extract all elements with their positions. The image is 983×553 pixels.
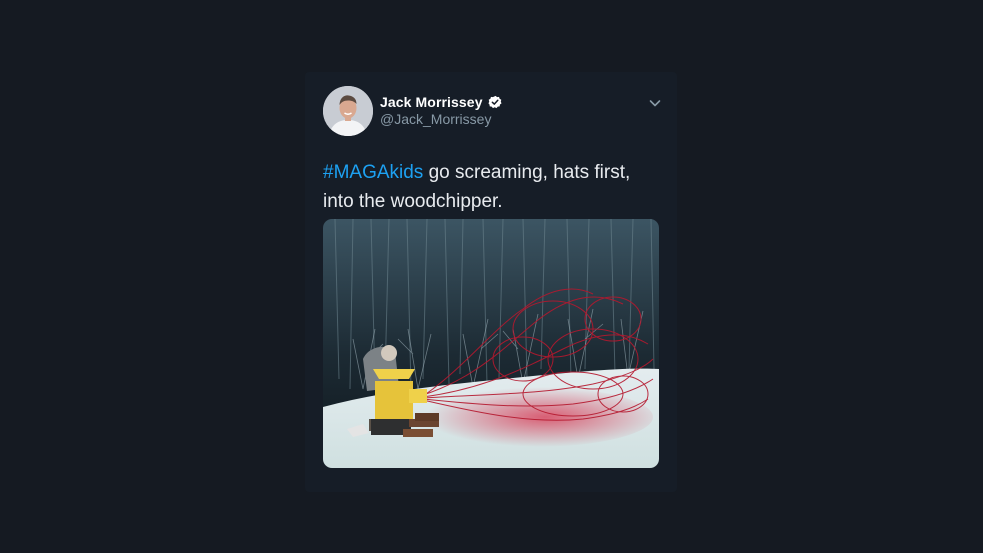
avatar[interactable] [323,86,373,136]
author-name[interactable]: Jack Morrissey [380,94,483,110]
chevron-down-icon[interactable] [648,96,662,110]
tweet-text: #MAGAkids go screaming, hats first, into… [323,158,663,216]
page: Jack Morrissey @Jack_Morrissey #MAGAkids… [0,0,983,553]
hashtag-link[interactable]: #MAGAkids [323,162,423,183]
verified-badge-icon [488,95,502,109]
tweet-card[interactable]: Jack Morrissey @Jack_Morrissey #MAGAkids… [305,72,677,492]
tweet-media-image[interactable] [323,219,659,468]
author-name-row: Jack Morrissey [380,92,502,112]
author-handle[interactable]: @Jack_Morrissey [380,111,491,127]
